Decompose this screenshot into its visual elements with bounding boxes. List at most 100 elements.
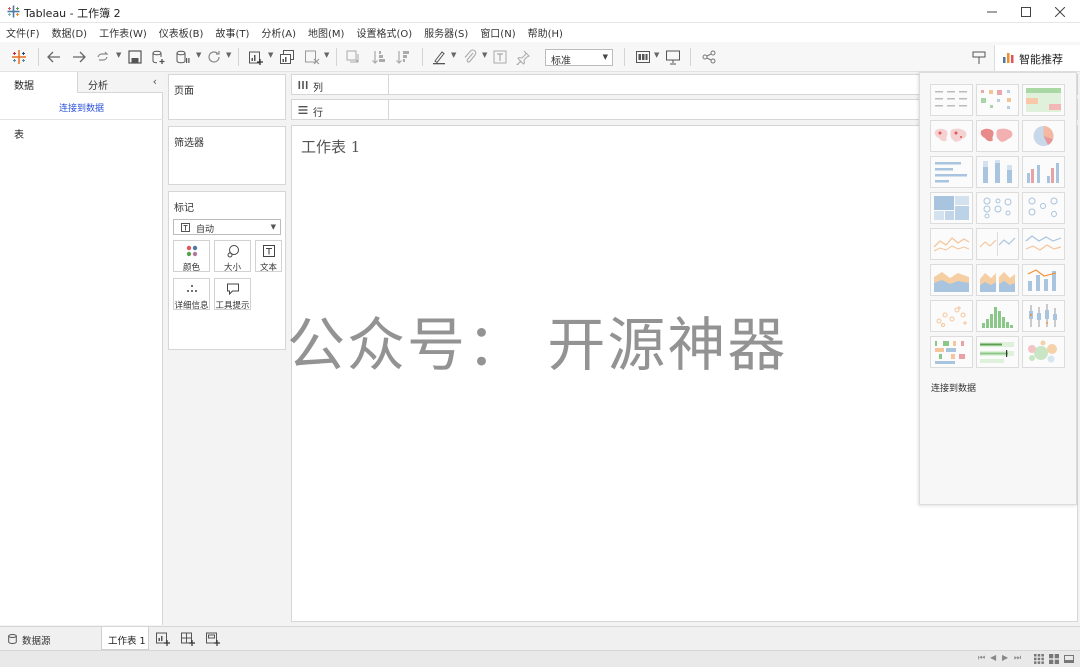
pause-updates-button[interactable] [174,48,192,66]
duplicate-sheet-button[interactable] [278,48,296,66]
menu-file[interactable]: 文件(F) [6,25,40,40]
tab-data[interactable]: 数据 [0,72,78,93]
share-button[interactable] [700,48,718,66]
previous-sheet-icon[interactable]: ◀ [990,653,996,662]
chevron-down-icon[interactable]: ▼ [451,51,456,59]
menu-help[interactable]: 帮助(H) [528,25,563,40]
first-sheet-icon[interactable]: ⏮ [978,653,985,663]
color-button[interactable]: 颜色 [173,240,210,273]
presentation-mode-button[interactable] [664,48,682,66]
new-datasource-button[interactable] [150,48,168,66]
chart-type-area-continuous[interactable] [930,264,973,296]
chevron-left-icon[interactable]: ‹ [153,75,157,88]
chart-type-text-table[interactable] [930,84,973,116]
show-cards-button[interactable] [634,48,652,66]
chevron-down-icon[interactable]: ▼ [654,51,659,59]
text-button[interactable]: 文本 [255,240,282,273]
menu-map[interactable]: 地图(M) [308,25,344,40]
chart-type-side-by-side-bars[interactable] [1022,156,1065,188]
grid-view-icon[interactable] [1034,654,1044,664]
fix-axes-button[interactable] [514,48,532,66]
undo-button[interactable] [45,48,63,66]
new-worksheet-icon[interactable] [155,631,171,647]
show-me-button[interactable]: 智能推荐 [994,45,1080,71]
fit-dropdown[interactable]: 标准 ▼ [545,49,613,67]
chevron-down-icon[interactable]: ▼ [268,51,273,59]
rows-shelf-header: 行 [292,100,389,119]
filmstrip-view-icon[interactable] [1049,654,1059,664]
minimize-button[interactable] [975,0,1009,23]
save-button[interactable] [126,48,144,66]
new-story-icon[interactable] [205,631,221,647]
chart-type-treemap[interactable] [930,192,973,224]
tab-analysis[interactable]: 分析 ‹ [78,72,163,93]
tooltip-button[interactable]: 工具提示 [214,278,251,311]
group-button[interactable] [461,48,479,66]
sheet-title[interactable]: 工作表 1 [301,136,360,157]
tooltip-pin-button[interactable] [970,48,988,66]
chart-type-scatter-plot[interactable] [930,300,973,332]
close-button[interactable] [1043,0,1077,23]
chart-type-bullet-graph[interactable] [976,336,1019,368]
chart-type-box-whisker[interactable] [1022,300,1065,332]
chart-type-gantt[interactable] [930,336,973,368]
text-label: 文本 [259,263,277,273]
chart-type-symbol-map[interactable] [930,120,973,152]
menu-server[interactable]: 服务器(S) [424,25,468,40]
menu-analysis[interactable]: 分析(A) [261,25,296,40]
redo-button[interactable] [70,48,88,66]
replay-button[interactable] [94,48,112,66]
chart-type-packed-bubbles[interactable] [1022,336,1065,368]
chevron-down-icon[interactable]: ▼ [482,51,487,59]
menu-worksheet[interactable]: 工作表(W) [99,25,147,40]
chart-type-dual-lines[interactable] [1022,228,1065,260]
new-worksheet-button[interactable] [247,48,265,66]
chart-type-highlight-table[interactable] [1022,84,1065,116]
chart-type-stacked-bars[interactable] [976,156,1019,188]
chart-type-pie[interactable] [1022,120,1065,152]
menu-data[interactable]: 数据(D) [52,25,88,40]
highlight-button[interactable] [430,48,448,66]
clear-sheet-button[interactable] [303,48,321,66]
chart-type-dual-combination[interactable] [1022,264,1065,296]
datasource-tab[interactable]: 数据源 [4,630,99,648]
next-sheet-icon[interactable]: ▶ [1002,653,1008,662]
swap-rows-columns-button[interactable] [344,48,362,66]
tabs-view-icon[interactable] [1064,654,1074,664]
mark-type-dropdown[interactable]: 自动 ▼ [173,219,281,235]
chart-type-heat-map[interactable] [976,84,1019,116]
chart-type-filled-map[interactable] [976,120,1019,152]
sort-ascending-button[interactable] [370,48,388,66]
chevron-down-icon[interactable]: ▼ [324,51,329,59]
chart-type-circle-view[interactable] [976,192,1019,224]
size-button[interactable]: 大小 [214,240,251,273]
chevron-down-icon[interactable]: ▼ [226,51,231,59]
menu-story[interactable]: 故事(T) [215,25,249,40]
area-chart-icon [934,272,969,292]
sort-descending-button[interactable] [394,48,412,66]
chart-type-lines-continuous[interactable] [930,228,973,260]
last-sheet-icon[interactable]: ⏭ [1014,653,1021,663]
show-labels-button[interactable] [491,48,509,66]
menu-window[interactable]: 窗口(N) [480,25,515,40]
detail-button[interactable]: 详细信息 [173,278,210,311]
filters-shelf[interactable]: 筛选器 [168,126,286,185]
new-dashboard-icon[interactable] [180,631,196,647]
maximize-button[interactable] [1009,0,1043,23]
connect-to-data-link[interactable]: 连接到数据 [0,101,163,114]
menu-format[interactable]: 设置格式(O) [356,25,412,40]
chart-type-horizontal-bars[interactable] [930,156,973,188]
chart-type-side-by-side-circles[interactable] [1022,192,1065,224]
sheet-tab-1[interactable]: 工作表 1 [101,627,149,650]
refresh-button[interactable] [205,48,223,66]
chart-type-lines-discrete[interactable] [976,228,1019,260]
chart-type-area-discrete[interactable] [976,264,1019,296]
menu-dashboard[interactable]: 仪表板(B) [159,25,204,40]
tableau-home-button[interactable] [10,48,28,66]
detail-icon [187,285,197,292]
pages-shelf[interactable]: 页面 [168,74,286,120]
chevron-down-icon[interactable]: ▼ [116,51,121,59]
chart-type-histogram[interactable] [976,300,1019,332]
chevron-down-icon[interactable]: ▼ [196,51,201,59]
discrete-lines-icon [979,232,1016,256]
